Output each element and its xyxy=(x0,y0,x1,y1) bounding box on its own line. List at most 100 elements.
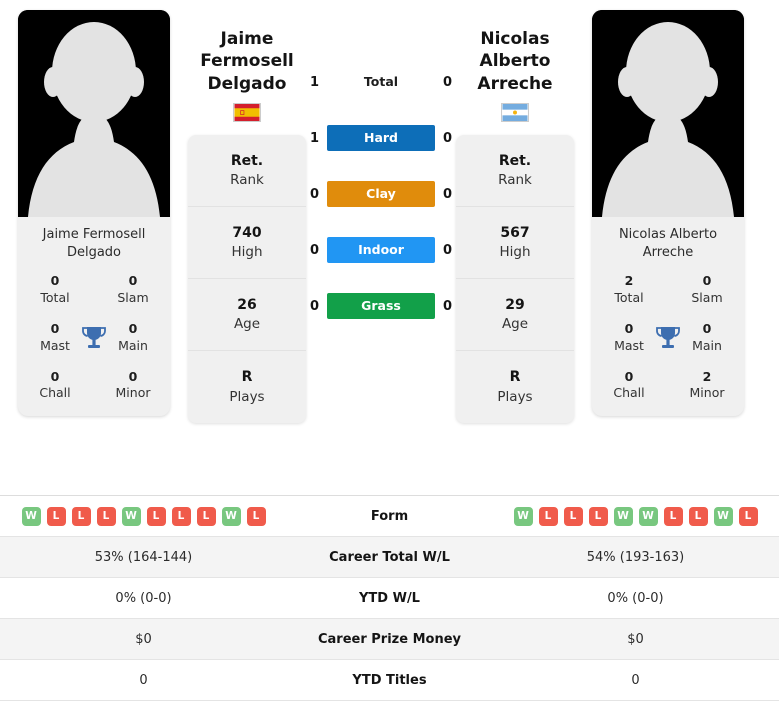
title-stat-label: Slam xyxy=(117,289,149,305)
h2h-right-score: 0 xyxy=(442,186,453,202)
title-stat-label: Minor xyxy=(689,385,725,401)
title-stat-value: 0 xyxy=(624,320,634,336)
form-badge-loss[interactable]: L xyxy=(46,506,66,526)
form-badge-win[interactable]: W xyxy=(221,506,241,526)
form-badge-loss[interactable]: L xyxy=(688,506,708,526)
player-right-name[interactable]: Nicolas Alberto Arreche xyxy=(475,10,554,95)
title-stat-value: 2 xyxy=(624,273,634,289)
title-stat: 2 Total xyxy=(606,273,652,307)
title-stat-value: 0 xyxy=(702,320,712,336)
attr-label: Rank xyxy=(498,172,532,189)
player-right-attributes: Nicolas Alberto Arreche Ret. Rank 567 Hi… xyxy=(456,10,574,424)
player-left-attributes: Jaime Fermosell Delgado Ret. Rank 740 Hi… xyxy=(188,10,306,424)
stat-right-value: 0 xyxy=(631,672,640,688)
attr-label: Plays xyxy=(497,388,533,405)
h2h-right-score: 0 xyxy=(442,298,453,314)
title-stat-value: 0 xyxy=(624,368,634,384)
titles-row: 0 Total 0 Slam xyxy=(18,273,170,307)
stats-row-label: Form xyxy=(370,508,409,524)
attr-value: 567 xyxy=(500,224,530,241)
form-badge-win[interactable]: W xyxy=(21,506,41,526)
h2h-surface-label-indoor[interactable]: Indoor xyxy=(327,237,435,263)
attr-value: R xyxy=(241,369,253,386)
attr-age: 29 Age xyxy=(456,279,574,352)
form-badge-win[interactable]: W xyxy=(613,506,633,526)
titles-row: 0 Chall 0 Minor xyxy=(18,369,170,403)
attr-value: Ret. xyxy=(230,152,264,169)
h2h-row-indoor: 0 Indoor 0 xyxy=(306,236,456,264)
form-badge-loss[interactable]: L xyxy=(663,506,683,526)
name-line: Delgado xyxy=(207,73,287,94)
title-stat: 0 Minor xyxy=(110,369,156,403)
form-badge-loss[interactable]: L xyxy=(71,506,91,526)
form-badge-loss[interactable]: L xyxy=(738,506,758,526)
player-left-photo-card[interactable]: Jaime Fermosell Delgado 0 Total 0 Slam 0… xyxy=(18,10,170,417)
form-badge-loss[interactable]: L xyxy=(171,506,191,526)
stats-row-ytd-titles: 0 YTD Titles 0 xyxy=(0,660,779,701)
form-badge-loss[interactable]: L xyxy=(196,506,216,526)
h2h-left-score: 0 xyxy=(309,242,320,258)
player-right-attr-box: Ret. Rank 567 High 29 Age R Plays xyxy=(456,135,574,424)
form-badge-loss[interactable]: L xyxy=(563,506,583,526)
attr-label: High xyxy=(231,244,263,261)
stats-row-label: Career Prize Money xyxy=(317,631,461,647)
attr-value: R xyxy=(509,369,521,386)
title-stat-label: Chall xyxy=(39,385,71,401)
attr-label: Plays xyxy=(229,388,265,405)
form-badge-win[interactable]: W xyxy=(638,506,658,526)
form-badge-win[interactable]: W xyxy=(513,506,533,526)
form-badge-win[interactable]: W xyxy=(713,506,733,526)
stats-row-label: YTD W/L xyxy=(359,590,420,606)
title-stat: 0 Total xyxy=(32,273,78,307)
attr-high: 740 High xyxy=(188,207,306,280)
title-stat-label: Minor xyxy=(115,385,151,401)
player-left-name[interactable]: Jaime Fermosell Delgado xyxy=(198,10,296,95)
stat-left-value: $0 xyxy=(135,631,152,647)
form-badge-loss[interactable]: L xyxy=(538,506,558,526)
h2h-row-grass: 0 Grass 0 xyxy=(306,292,456,320)
title-stat: 0 Main xyxy=(684,321,730,355)
title-stat-value: 2 xyxy=(702,368,712,384)
stat-left-value: 53% (164-144) xyxy=(94,549,193,565)
h2h-surface-label-hard[interactable]: Hard xyxy=(327,125,435,151)
stat-right-value: 54% (193-163) xyxy=(586,549,685,565)
attr-value: Ret. xyxy=(498,152,532,169)
attr-high: 567 High xyxy=(456,207,574,280)
title-stat-label: Total xyxy=(40,289,70,305)
h2h-surface-label-total: Total xyxy=(363,74,399,89)
form-badge-win[interactable]: W xyxy=(121,506,141,526)
attr-label: Age xyxy=(501,316,529,333)
title-stat-value: 0 xyxy=(128,273,138,289)
title-stat: 0 Slam xyxy=(684,273,730,307)
attr-value: 26 xyxy=(237,296,257,313)
h2h-left-score: 1 xyxy=(309,74,320,90)
title-stat-label: Slam xyxy=(691,289,723,305)
stats-row-label: Career Total W/L xyxy=(329,549,450,565)
player-left-avatar xyxy=(18,10,170,217)
name-line: Alberto xyxy=(479,51,551,72)
h2h-surface-label-clay[interactable]: Clay xyxy=(327,181,435,207)
player-right-avatar xyxy=(592,10,744,217)
player-right-photo-card[interactable]: Nicolas Alberto Arreche 2 Total 0 Slam 0… xyxy=(592,10,744,417)
titles-row: 0 Chall 2 Minor xyxy=(592,369,744,403)
title-stat: 0 Mast xyxy=(32,321,78,355)
stat-left-value: 0 xyxy=(139,672,148,688)
title-stat: 2 Minor xyxy=(684,369,730,403)
h2h-surface-label-grass[interactable]: Grass xyxy=(327,293,435,319)
player-left-titles-grid: 0 Total 0 Slam 0 Mast 0 Main 0 Chall 0 M… xyxy=(18,271,170,416)
title-stat-value: 0 xyxy=(702,273,712,289)
titles-row: 2 Total 0 Slam xyxy=(592,273,744,307)
attr-value: 740 xyxy=(232,224,262,241)
form-badge-loss[interactable]: L xyxy=(246,506,266,526)
attr-rank: Ret. Rank xyxy=(188,135,306,208)
form-badge-loss[interactable]: L xyxy=(96,506,116,526)
comparison-header: Jaime Fermosell Delgado 0 Total 0 Slam 0… xyxy=(0,0,779,495)
attr-rank: Ret. Rank xyxy=(456,135,574,208)
attr-label: Rank xyxy=(230,172,264,189)
trophy-icon xyxy=(79,323,109,353)
stats-row-career-total-wl: 53% (164-144) Career Total W/L 54% (193-… xyxy=(0,537,779,578)
title-stat-value: 0 xyxy=(128,368,138,384)
title-stat-label: Main xyxy=(118,337,148,353)
form-badge-loss[interactable]: L xyxy=(588,506,608,526)
form-badge-loss[interactable]: L xyxy=(146,506,166,526)
